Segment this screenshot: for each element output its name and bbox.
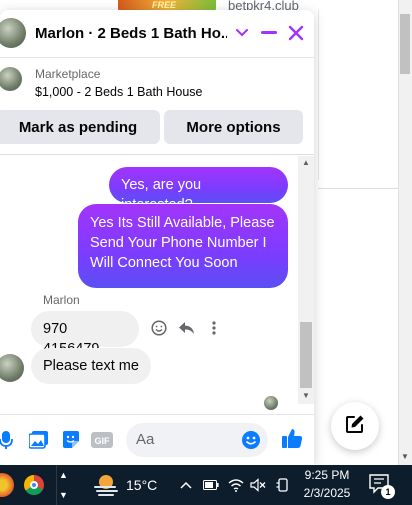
- taskbar: ▲ ▼ 15°C 9:25 PM 2/3/2025 1: [0, 465, 412, 505]
- ad-banner-text: FREE: [152, 0, 177, 10]
- volume-muted-icon[interactable]: [250, 477, 266, 493]
- message-text-line: Will Connect You Soon: [90, 255, 238, 271]
- incoming-message[interactable]: 970 4156479: [31, 311, 139, 357]
- header-divider: [0, 154, 314, 155]
- page-scroll-down-arrow[interactable]: ▼: [401, 452, 409, 461]
- emoji-icon[interactable]: [240, 429, 262, 451]
- sender-name: Marlon: [43, 293, 80, 307]
- outgoing-message[interactable]: Yes Its Still Available, Please Send You…: [78, 204, 288, 288]
- thumbs-up-icon[interactable]: [281, 427, 303, 449]
- message-composer: GIF: [0, 414, 314, 465]
- new-message-button[interactable]: [331, 402, 379, 450]
- reply-icon[interactable]: [177, 319, 195, 337]
- weather-icon[interactable]: [93, 473, 119, 497]
- outgoing-message[interactable]: Yes, are you interested?: [109, 167, 288, 213]
- minimize-icon[interactable]: [258, 22, 280, 44]
- chat-scrollbar-thumb[interactable]: [300, 322, 312, 388]
- message-text-line: Send Your Phone Number I: [90, 235, 267, 251]
- page-scrollbar-thumb[interactable]: [400, 14, 410, 74]
- temperature-label[interactable]: 15°C: [126, 477, 157, 493]
- sender-avatar[interactable]: [0, 354, 24, 382]
- svg-text:GIF: GIF: [95, 436, 111, 446]
- seen-indicator-avatar: [264, 396, 278, 410]
- taskbar-scroll-arrows[interactable]: ▲ ▼: [56, 465, 70, 505]
- clock-time[interactable]: 9:25 PM: [304, 468, 350, 482]
- marketplace-listing[interactable]: Marketplace $1,000 - 2 Beds 1 Bath House: [0, 58, 314, 106]
- close-icon[interactable]: [285, 22, 307, 44]
- chat-title[interactable]: Marlon · 2 Beds 1 Bath Ho...: [35, 25, 227, 42]
- message-list: Yes, are you interested? Yes Its Still A…: [0, 156, 298, 410]
- sticker-icon[interactable]: [60, 429, 82, 451]
- page-side-panel: [318, 10, 398, 180]
- chat-scroll-down-arrow[interactable]: ▼: [302, 391, 310, 400]
- listing-thumbnail: [0, 67, 22, 91]
- page-divider: [318, 188, 398, 189]
- contact-avatar[interactable]: [0, 18, 26, 48]
- message-text: Please text me: [43, 358, 139, 374]
- more-options-button[interactable]: More options: [164, 110, 303, 144]
- taskbar-app-icon[interactable]: [0, 473, 14, 497]
- compose-icon: [345, 414, 365, 439]
- chat-scroll-up-arrow[interactable]: ▲: [302, 158, 310, 167]
- microphone-icon[interactable]: [0, 429, 17, 451]
- mark-as-pending-button[interactable]: Mark as pending: [0, 110, 160, 144]
- clock-date[interactable]: 2/3/2025: [302, 486, 352, 500]
- chat-header: Marlon · 2 Beds 1 Bath Ho...: [0, 10, 314, 58]
- wifi-icon[interactable]: [228, 477, 244, 493]
- gif-icon[interactable]: GIF: [91, 429, 113, 451]
- chat-window: Marlon · 2 Beds 1 Bath Ho... Marketplace…: [0, 10, 314, 465]
- marketplace-label: Marketplace: [35, 67, 101, 81]
- photo-icon[interactable]: [28, 429, 50, 451]
- listing-actions: Mark as pending More options: [0, 107, 314, 147]
- emoji-react-icon[interactable]: [150, 319, 168, 337]
- chrome-icon[interactable]: [22, 473, 46, 497]
- message-text-line: Yes Its Still Available, Please: [90, 215, 275, 231]
- device-icon[interactable]: [275, 477, 291, 493]
- chevron-down-icon[interactable]: [231, 22, 253, 44]
- incoming-message[interactable]: Please text me: [31, 348, 151, 384]
- battery-icon[interactable]: [203, 477, 219, 493]
- message-input[interactable]: [136, 431, 236, 448]
- show-hidden-icons-chevron-up-icon[interactable]: [178, 477, 194, 493]
- more-vertical-icon[interactable]: [205, 319, 223, 337]
- notification-count-badge: 1: [381, 485, 395, 499]
- listing-title: $1,000 - 2 Beds 1 Bath House: [35, 85, 203, 99]
- message-input-box[interactable]: [126, 423, 268, 457]
